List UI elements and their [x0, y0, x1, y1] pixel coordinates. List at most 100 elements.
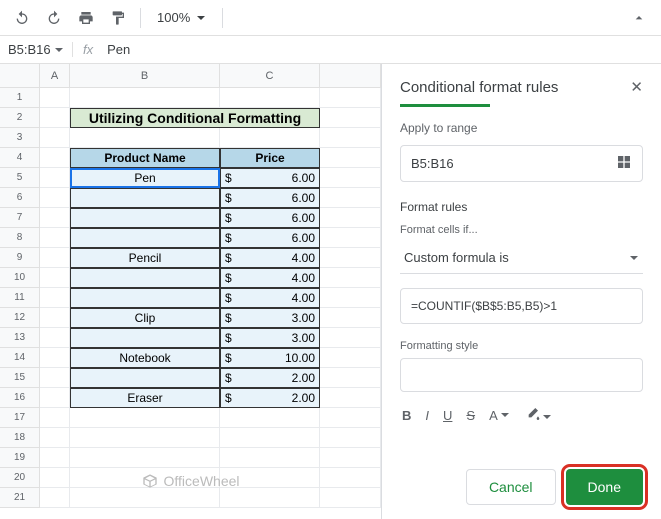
cell[interactable] [40, 208, 70, 228]
close-icon[interactable]: ✕ [630, 78, 643, 96]
strikethrough-button[interactable]: S [466, 408, 475, 423]
row-header[interactable]: 14 [0, 348, 40, 368]
cell[interactable] [70, 408, 220, 428]
cell[interactable] [40, 188, 70, 208]
cell[interactable] [220, 408, 320, 428]
range-input[interactable]: B5:B16 [400, 145, 643, 182]
cell[interactable]: Clip [70, 308, 220, 328]
cell[interactable] [70, 88, 220, 108]
row-header[interactable]: 21 [0, 488, 40, 508]
row-header[interactable]: 20 [0, 468, 40, 488]
cell[interactable] [70, 188, 220, 208]
row-header[interactable]: 11 [0, 288, 40, 308]
cell[interactable] [70, 208, 220, 228]
select-all-corner[interactable] [0, 64, 40, 88]
cell[interactable] [40, 348, 70, 368]
row-header[interactable]: 6 [0, 188, 40, 208]
style-preview[interactable] [400, 358, 643, 392]
cell[interactable] [40, 388, 70, 408]
undo-button[interactable] [8, 4, 36, 32]
cell[interactable]: Eraser [70, 388, 220, 408]
col-header-c[interactable]: C [220, 64, 320, 88]
cell[interactable] [40, 328, 70, 348]
bold-button[interactable]: B [402, 408, 411, 423]
cell[interactable]: $4.00 [220, 248, 320, 268]
text-color-button[interactable]: A [489, 408, 510, 423]
cell[interactable] [70, 328, 220, 348]
cell[interactable] [70, 468, 220, 488]
cell[interactable] [70, 288, 220, 308]
cell[interactable] [70, 368, 220, 388]
print-button[interactable] [72, 4, 100, 32]
italic-button[interactable]: I [425, 408, 429, 423]
row-header[interactable]: 15 [0, 368, 40, 388]
cell[interactable]: Price [220, 148, 320, 168]
cell[interactable]: $10.00 [220, 348, 320, 368]
cell[interactable] [70, 268, 220, 288]
row-header[interactable]: 7 [0, 208, 40, 228]
cell[interactable]: $2.00 [220, 368, 320, 388]
cell[interactable] [220, 88, 320, 108]
cell[interactable]: Pencil [70, 248, 220, 268]
row-header[interactable]: 5 [0, 168, 40, 188]
cell[interactable]: $2.00 [220, 388, 320, 408]
cell[interactable] [40, 88, 70, 108]
cell[interactable]: $6.00 [220, 188, 320, 208]
cell[interactable] [40, 288, 70, 308]
cell[interactable]: $4.00 [220, 288, 320, 308]
cell[interactable] [70, 128, 220, 148]
cell[interactable] [70, 448, 220, 468]
row-header[interactable]: 10 [0, 268, 40, 288]
row-header[interactable]: 8 [0, 228, 40, 248]
col-header-a[interactable]: A [40, 64, 70, 88]
row-header[interactable]: 3 [0, 128, 40, 148]
cell[interactable] [70, 428, 220, 448]
cell[interactable] [40, 448, 70, 468]
paint-format-button[interactable] [104, 4, 132, 32]
cell[interactable]: Notebook [70, 348, 220, 368]
row-header[interactable]: 16 [0, 388, 40, 408]
zoom-select[interactable]: 100% [149, 6, 214, 29]
rule-type-select[interactable]: Custom formula is [400, 242, 643, 274]
row-header[interactable]: 12 [0, 308, 40, 328]
cell[interactable] [40, 428, 70, 448]
row-header[interactable]: 2 [0, 108, 40, 128]
row-header[interactable]: 1 [0, 88, 40, 108]
cell[interactable] [40, 308, 70, 328]
cell[interactable] [220, 448, 320, 468]
cell[interactable]: $6.00 [220, 228, 320, 248]
done-button[interactable]: Done [566, 469, 643, 505]
cell[interactable] [40, 368, 70, 388]
cell[interactable] [40, 468, 70, 488]
name-box[interactable]: B5:B16 [0, 42, 72, 57]
row-header[interactable]: 17 [0, 408, 40, 428]
cell[interactable] [40, 228, 70, 248]
cell[interactable]: $3.00 [220, 328, 320, 348]
cell[interactable] [40, 148, 70, 168]
cell[interactable]: Product Name [70, 148, 220, 168]
cell[interactable] [40, 168, 70, 188]
formula-value[interactable]: Pen [103, 42, 130, 57]
cell[interactable]: $4.00 [220, 268, 320, 288]
fill-color-button[interactable] [524, 406, 552, 425]
collapse-toolbar-button[interactable] [625, 4, 653, 32]
cell[interactable] [220, 428, 320, 448]
cell[interactable] [40, 108, 70, 128]
cell[interactable] [220, 468, 320, 488]
cell[interactable]: $3.00 [220, 308, 320, 328]
cell[interactable] [220, 128, 320, 148]
cell[interactable] [40, 248, 70, 268]
redo-button[interactable] [40, 4, 68, 32]
row-header[interactable]: 18 [0, 428, 40, 448]
row-header[interactable]: 13 [0, 328, 40, 348]
cancel-button[interactable]: Cancel [466, 469, 556, 505]
cell[interactable] [70, 228, 220, 248]
grid-select-icon[interactable] [616, 154, 632, 173]
cell[interactable] [220, 488, 320, 508]
cell[interactable]: $6.00 [220, 208, 320, 228]
cell[interactable] [70, 488, 220, 508]
formula-input[interactable]: =COUNTIF($B$5:B5,B5)>1 [400, 288, 643, 324]
spreadsheet-grid[interactable]: A B C 123456789101112131415161718192021 … [0, 64, 381, 519]
cell[interactable]: Utilizing Conditional Formatting [70, 108, 320, 128]
row-header[interactable]: 4 [0, 148, 40, 168]
